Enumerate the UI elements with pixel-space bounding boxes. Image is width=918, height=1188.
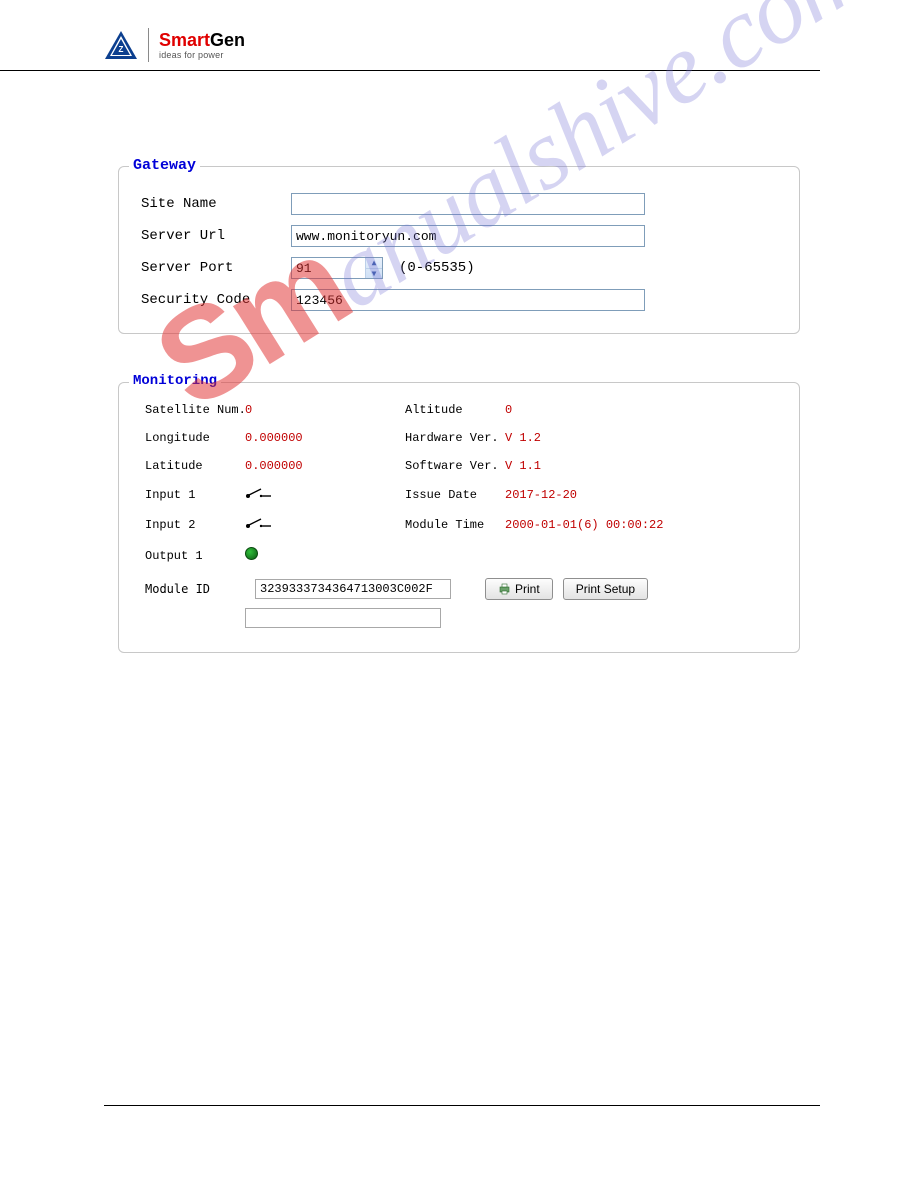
gateway-legend: Gateway xyxy=(129,157,200,174)
input1-switch-icon xyxy=(245,487,405,503)
module-id-label: Module ID xyxy=(145,582,245,596)
print-setup-button-label: Print Setup xyxy=(576,582,635,596)
brand-text: SmartGen ideas for power xyxy=(159,31,245,60)
satellite-num-value: 0 xyxy=(245,403,405,417)
server-port-hint: (0-65535) xyxy=(399,260,475,276)
module-id-field[interactable] xyxy=(255,579,451,599)
printer-icon xyxy=(498,583,511,595)
spinner-up-icon[interactable]: ▲ xyxy=(366,258,382,269)
print-button-label: Print xyxy=(515,582,540,596)
brand-prefix: Smart xyxy=(159,30,210,50)
security-code-label: Security Code xyxy=(141,292,291,308)
hardware-ver-label: Hardware Ver. xyxy=(405,431,505,445)
server-port-label: Server Port xyxy=(141,260,291,276)
svg-text:Z: Z xyxy=(119,45,124,54)
print-button[interactable]: Print xyxy=(485,578,553,600)
extra-readonly-field[interactable] xyxy=(245,608,441,628)
output1-led-icon xyxy=(245,547,405,564)
input1-label: Input 1 xyxy=(145,488,245,502)
software-ver-value: V 1.1 xyxy=(505,459,773,473)
altitude-label: Altitude xyxy=(405,403,505,417)
site-name-input[interactable] xyxy=(291,193,645,215)
altitude-value: 0 xyxy=(505,403,773,417)
output1-label: Output 1 xyxy=(145,549,245,563)
input2-label: Input 2 xyxy=(145,518,245,532)
site-name-label: Site Name xyxy=(141,196,291,212)
input2-switch-icon xyxy=(245,517,405,533)
header-divider xyxy=(148,28,149,62)
longitude-value: 0.000000 xyxy=(245,431,405,445)
security-code-input[interactable] xyxy=(291,289,645,311)
page-header: Z SmartGen ideas for power xyxy=(0,0,820,71)
spinner-down-icon[interactable]: ▼ xyxy=(366,269,382,279)
company-logo-icon: Z xyxy=(104,30,138,60)
print-setup-button[interactable]: Print Setup xyxy=(563,578,648,600)
hardware-ver-value: V 1.2 xyxy=(505,431,773,445)
software-ver-label: Software Ver. xyxy=(405,459,505,473)
server-url-input[interactable] xyxy=(291,225,645,247)
brand-suffix: Gen xyxy=(210,30,245,50)
module-time-value: 2000-01-01(6) 00:00:22 xyxy=(505,518,773,532)
module-time-label: Module Time xyxy=(405,518,505,532)
satellite-num-label: Satellite Num. xyxy=(145,403,245,417)
gateway-group: Gateway Site Name Server Url Server Port… xyxy=(118,166,800,334)
monitoring-legend: Monitoring xyxy=(129,373,221,389)
longitude-label: Longitude xyxy=(145,431,245,445)
issue-date-value: 2017-12-20 xyxy=(505,488,773,502)
latitude-label: Latitude xyxy=(145,459,245,473)
issue-date-label: Issue Date xyxy=(405,488,505,502)
footer-rule xyxy=(104,1105,820,1106)
brand-tagline: ideas for power xyxy=(159,51,245,60)
server-port-spinner[interactable]: ▲ ▼ xyxy=(365,258,382,278)
monitoring-group: Monitoring Satellite Num. 0 Altitude 0 L… xyxy=(118,382,800,653)
server-url-label: Server Url xyxy=(141,228,291,244)
latitude-value: 0.000000 xyxy=(245,459,405,473)
